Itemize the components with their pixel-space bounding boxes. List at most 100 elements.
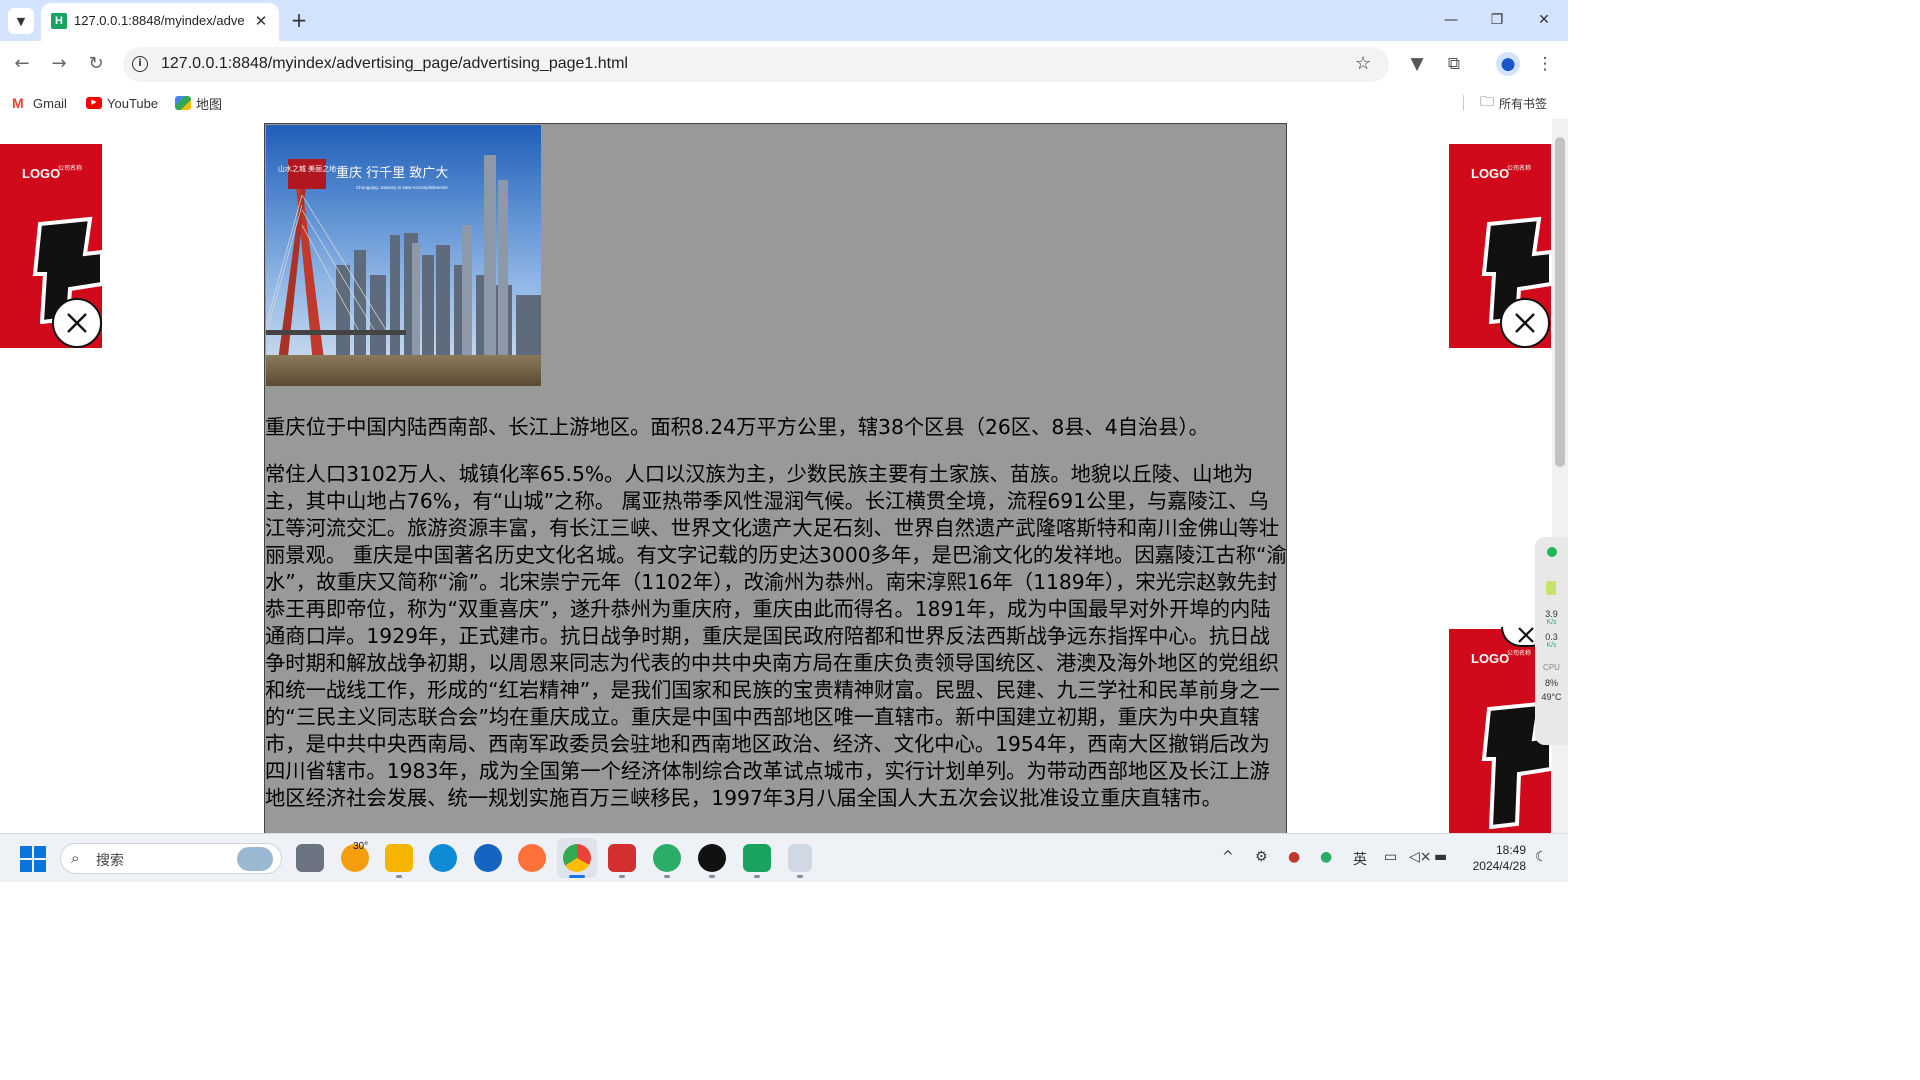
chrome-icon[interactable] bbox=[563, 844, 591, 872]
maps-icon bbox=[175, 96, 191, 110]
upload-unit: K/s bbox=[1546, 619, 1557, 626]
taskbar-search[interactable]: ⌕ 搜索 bbox=[60, 843, 282, 874]
start-icon[interactable] bbox=[20, 846, 46, 872]
cpu-label: CPU bbox=[1543, 663, 1560, 672]
tray-security-icon[interactable]: ● bbox=[1288, 849, 1300, 865]
new-tab-button[interactable]: + bbox=[288, 9, 310, 31]
battery-tray-icon[interactable]: ▬ bbox=[1434, 849, 1447, 865]
temperature: 49°C bbox=[1541, 692, 1562, 702]
menu-kebab-icon[interactable]: ⋮ bbox=[1533, 52, 1557, 76]
tray-app-icon[interactable]: ⚙ bbox=[1255, 849, 1268, 865]
ad-company: 公司名称 bbox=[1507, 166, 1532, 172]
url-text[interactable]: 127.0.0.1:8848/myindex/advertising_page/… bbox=[161, 55, 628, 73]
wps-icon[interactable] bbox=[608, 844, 636, 872]
address-bar[interactable]: i 127.0.0.1:8848/myindex/advertising_pag… bbox=[123, 47, 1389, 82]
search-icon: ⌕ bbox=[71, 849, 80, 867]
upload-speed: 3.9 bbox=[1545, 609, 1558, 619]
search-highlight-icon bbox=[237, 847, 273, 871]
bookmark-label: 地图 bbox=[196, 96, 223, 112]
bookmark-label: YouTube bbox=[107, 95, 159, 111]
ad-company: 公司名称 bbox=[1507, 651, 1532, 657]
restore-button[interactable]: ❐ bbox=[1482, 8, 1512, 32]
tab-close-icon[interactable]: ✕ bbox=[251, 11, 271, 31]
back-button[interactable]: ← bbox=[10, 52, 34, 76]
folder-icon: 🗀 bbox=[1480, 93, 1494, 109]
status-dot-icon bbox=[1547, 547, 1557, 557]
tray-overflow-icon[interactable]: ^ bbox=[1222, 849, 1234, 865]
ad-logo: LOGO bbox=[1471, 166, 1510, 181]
file-explorer-icon[interactable] bbox=[385, 844, 413, 872]
right-ad-close-button[interactable] bbox=[1500, 298, 1550, 348]
active-tab[interactable]: H 127.0.0.1:8848/myindex/advertising_pag… bbox=[41, 3, 279, 41]
hbuilder-favicon-icon: H bbox=[51, 13, 67, 29]
reload-button[interactable]: ↻ bbox=[84, 52, 108, 76]
running-indicator bbox=[709, 875, 715, 878]
banner-slogan: 重庆 行千里 致广大 bbox=[336, 165, 448, 181]
extension-v-icon[interactable]: ▼ bbox=[1405, 52, 1429, 76]
ime-indicator[interactable]: 英 bbox=[1353, 849, 1367, 869]
weather-temp: 30° bbox=[353, 841, 369, 852]
bookmark-label: Gmail bbox=[33, 95, 67, 111]
active-indicator bbox=[569, 875, 585, 878]
ad-logo: LOGO bbox=[22, 166, 61, 181]
content-container: 山水之城 美丽之地 重庆 行千里 致广大 Chongqing: Journey … bbox=[264, 123, 1287, 833]
edge-icon[interactable] bbox=[429, 844, 457, 872]
browser-toolbar: ← → ↻ i 127.0.0.1:8848/myindex/advertisi… bbox=[0, 41, 1568, 87]
hbuilder-icon[interactable] bbox=[743, 844, 771, 872]
running-indicator bbox=[396, 875, 402, 878]
bookmark-star-icon[interactable]: ☆ bbox=[1355, 53, 1371, 74]
volume-muted-icon[interactable]: ◁× bbox=[1409, 849, 1432, 865]
chongqing-city-image: 山水之城 美丽之地 重庆 行千里 致广大 Chongqing: Journey … bbox=[266, 125, 541, 386]
taskbar: ⌕ 搜索 30° ^ ⚙ ● ● 英 ▭ ◁× ▬ 18:49 2024/4/2… bbox=[0, 833, 1568, 882]
close-icon bbox=[1518, 627, 1534, 643]
bookmark-gmail[interactable]: M Gmail bbox=[12, 94, 67, 112]
notification-icon[interactable]: ☾ bbox=[1535, 849, 1548, 865]
close-icon bbox=[1515, 313, 1535, 333]
phone-app-icon[interactable] bbox=[788, 844, 812, 872]
taskbar-clock[interactable]: 18:49 2024/4/28 bbox=[1466, 842, 1526, 874]
banner-subtitle: Chongqing: Journey to New Accomplishment… bbox=[356, 185, 449, 190]
download-speed: 0.3 bbox=[1545, 632, 1558, 642]
clock-time: 18:49 bbox=[1495, 843, 1526, 857]
article-paragraph: 重庆位于中国内陆西南部、长江上游地区。面积8.24万平方公里，辖38个区县（26… bbox=[265, 415, 1209, 439]
article-paragraph: 常住人口3102万人、城镇化率65.5%。人口以汉族为主，少数民族主要有土家族、… bbox=[265, 462, 1287, 810]
running-indicator bbox=[754, 875, 760, 878]
banner-seal-text: 山水之城 美丽之地 bbox=[278, 164, 336, 173]
site-info-icon[interactable]: i bbox=[132, 56, 148, 72]
page-viewport: 山水之城 美丽之地 重庆 行千里 致广大 Chongqing: Journey … bbox=[0, 119, 1568, 833]
bookmarks-bar: M Gmail ▶ YouTube 地图 🗀 所有书签 bbox=[0, 87, 1568, 119]
window-close-button[interactable]: ✕ bbox=[1529, 8, 1559, 32]
wechat-icon[interactable] bbox=[653, 844, 681, 872]
firefox-icon[interactable] bbox=[518, 844, 546, 872]
network-icon[interactable]: ▭ bbox=[1384, 849, 1397, 865]
task-view-icon[interactable] bbox=[296, 844, 324, 872]
left-ad-close-button[interactable] bbox=[52, 298, 102, 348]
tab-strip: ▼ H 127.0.0.1:8848/myindex/advertising_p… bbox=[0, 0, 1568, 41]
running-indicator bbox=[664, 875, 670, 878]
ad-logo: LOGO bbox=[1471, 651, 1510, 666]
article-body: 重庆位于中国内陆西南部、长江上游地区。面积8.24万平方公里，辖38个区县（26… bbox=[265, 414, 1287, 832]
all-bookmarks-label: 所有书签 bbox=[1499, 96, 1548, 111]
running-indicator bbox=[797, 875, 803, 878]
qq-icon[interactable] bbox=[698, 844, 726, 872]
youtube-icon: ▶ bbox=[86, 97, 102, 109]
minimize-button[interactable]: — bbox=[1436, 8, 1466, 32]
tab-title: 127.0.0.1:8848/myindex/advertising_page/… bbox=[74, 13, 244, 28]
battery-icon bbox=[1546, 581, 1556, 595]
forward-button[interactable]: → bbox=[47, 52, 71, 76]
bookmarks-divider bbox=[1463, 95, 1464, 111]
tray-wechat-icon[interactable]: ● bbox=[1320, 849, 1332, 865]
tab-search-dropdown-icon[interactable]: ▼ bbox=[8, 8, 34, 34]
extensions-puzzle-icon[interactable]: ⧉ bbox=[1442, 52, 1466, 76]
ad-company: 公司名称 bbox=[58, 166, 83, 172]
bookmark-maps[interactable]: 地图 bbox=[175, 94, 222, 112]
scrollbar-thumb[interactable] bbox=[1555, 137, 1565, 467]
gmail-icon: M bbox=[12, 96, 28, 110]
profile-avatar-icon[interactable]: ● bbox=[1496, 52, 1520, 76]
all-bookmarks-button[interactable]: 🗀 所有书签 bbox=[1480, 93, 1548, 112]
browser-q-icon[interactable] bbox=[474, 844, 502, 872]
running-indicator bbox=[619, 875, 625, 878]
bookmark-youtube[interactable]: ▶ YouTube bbox=[86, 94, 158, 112]
cpu-value: 8% bbox=[1544, 678, 1558, 688]
network-monitor-widget[interactable]: 3.9 K/s 0.3 K/s CPU 8% 49°C bbox=[1535, 537, 1568, 745]
